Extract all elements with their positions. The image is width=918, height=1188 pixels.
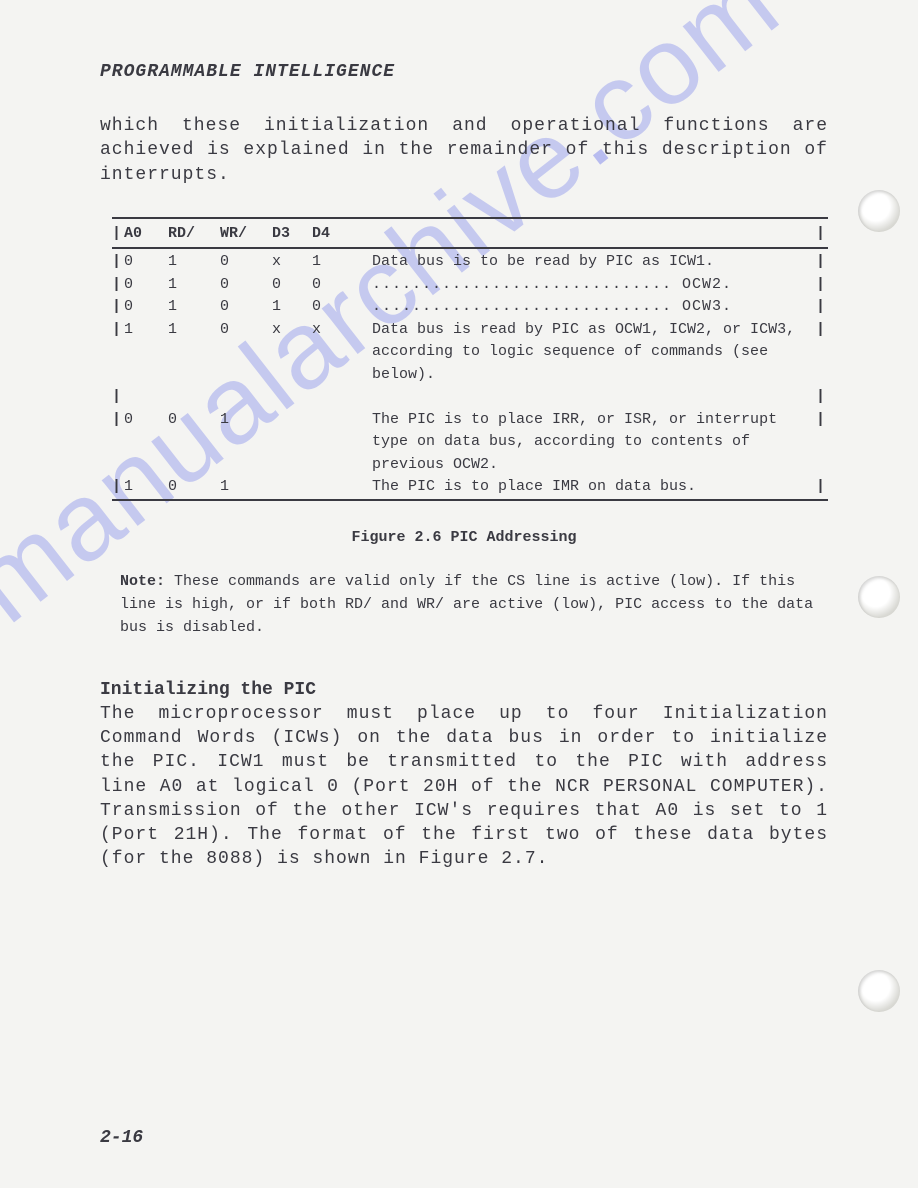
table-row: | 1 1 0 x x Data bus is read by PIC as O…: [112, 319, 828, 387]
table-rule-top: [112, 217, 828, 219]
note-text: These commands are valid only if the CS …: [120, 573, 813, 637]
body-paragraph: The microprocessor must place up to four…: [100, 702, 828, 872]
page-header: PROGRAMMABLE INTELLIGENCE: [100, 62, 828, 82]
col-header-d4: D4: [312, 223, 352, 246]
col-header-wr: WR/: [220, 223, 272, 246]
section-heading: Initializing the PIC: [100, 680, 828, 700]
note-label: Note:: [120, 573, 165, 590]
table-row: | 1 0 1 The PIC is to place IMR on data …: [112, 476, 828, 499]
pic-addressing-table: | A0 RD/ WR/ D3 D4 | | 0 1 0 x 1 Data bu…: [112, 217, 828, 501]
table-row: | 0 1 0 x 1 Data bus is to be read by PI…: [112, 251, 828, 274]
col-header-rd: RD/: [168, 223, 220, 246]
table-header-row: | A0 RD/ WR/ D3 D4 |: [112, 221, 828, 248]
table-row-spacer: ||: [112, 386, 828, 409]
intro-paragraph: which these initialization and operation…: [100, 114, 828, 187]
page: PROGRAMMABLE INTELLIGENCE which these in…: [0, 0, 918, 1188]
table-row: | 0 0 1 The PIC is to place IRR, or ISR,…: [112, 409, 828, 477]
table-rule-bottom: [112, 499, 828, 501]
col-header-d3: D3: [272, 223, 312, 246]
page-number: 2-16: [100, 1128, 143, 1148]
table-rule-mid: [112, 247, 828, 249]
note-block: Note: These commands are valid only if t…: [120, 570, 818, 640]
figure-caption: Figure 2.6 PIC Addressing: [100, 529, 828, 546]
table-row: | 0 1 0 0 0 ............................…: [112, 274, 828, 297]
col-header-a0: A0: [124, 223, 168, 246]
table-row: | 0 1 0 1 0 ............................…: [112, 296, 828, 319]
